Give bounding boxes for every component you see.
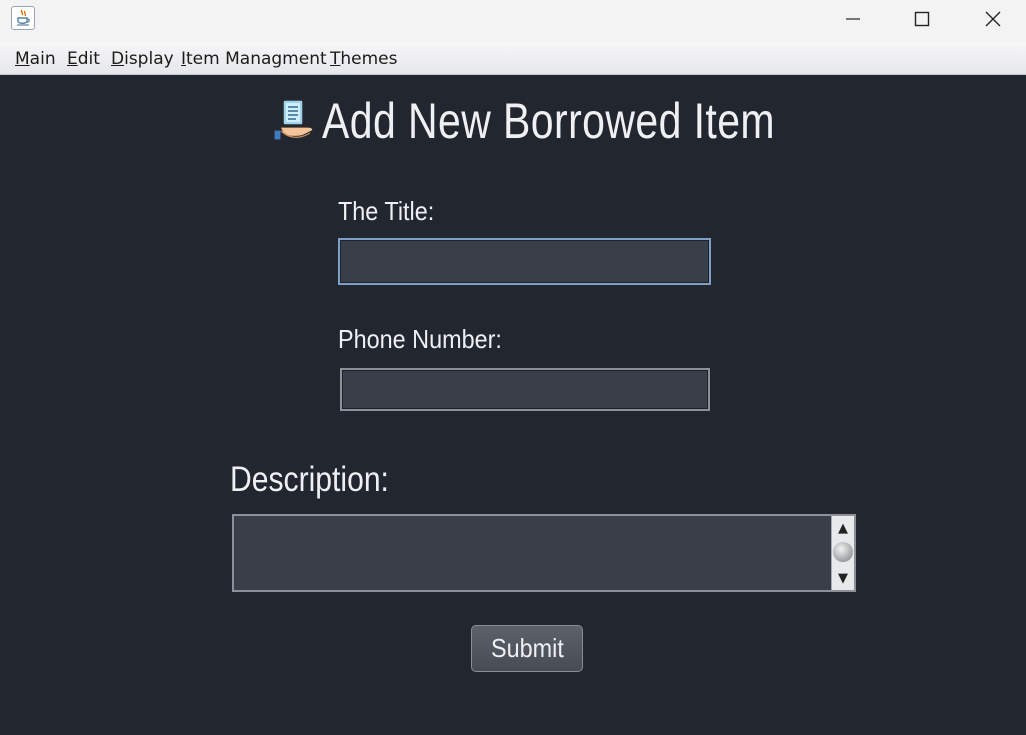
java-cup-icon: [11, 6, 35, 30]
maximize-button[interactable]: [887, 0, 957, 38]
window-titlebar: [0, 0, 1026, 41]
description-textarea[interactable]: [234, 516, 831, 590]
menu-item-management[interactable]: Item Managment: [181, 49, 327, 69]
menu-main-mnemonic: M: [15, 49, 30, 69]
submit-button-label: Submit: [490, 633, 564, 663]
menu-edit-label: dit: [77, 49, 100, 69]
page-title: Add New Borrowed Item: [322, 93, 775, 149]
description-scrollbar[interactable]: ▲ ▼: [831, 516, 854, 590]
description-box: ▲ ▼: [232, 514, 856, 592]
minimize-button[interactable]: [818, 0, 888, 38]
close-icon: [985, 11, 1001, 27]
submit-button[interactable]: Submit: [471, 625, 583, 672]
menu-themes[interactable]: Themes: [330, 49, 398, 69]
menu-main[interactable]: Main: [15, 49, 56, 69]
phone-label: Phone Number:: [338, 324, 502, 354]
maximize-icon: [914, 11, 930, 27]
menu-display[interactable]: Display: [111, 49, 174, 69]
menu-edit[interactable]: Edit: [67, 49, 100, 69]
menu-item-management-label: tem Managment: [186, 49, 327, 69]
form-panel: Add New Borrowed Item The Title: Phone N…: [0, 76, 1026, 735]
description-label: Description:: [230, 460, 389, 499]
phone-input[interactable]: [340, 368, 710, 411]
scroll-up-arrow-icon[interactable]: ▲: [832, 517, 854, 539]
menu-bar: Main Edit Display Item Managment Themes: [0, 41, 1026, 75]
menu-main-label: ain: [29, 49, 56, 69]
title-input[interactable]: [338, 238, 711, 285]
menu-themes-mnemonic: T: [330, 49, 341, 69]
menu-display-mnemonic: D: [111, 49, 125, 69]
page-heading: Add New Borrowed Item: [270, 90, 874, 152]
close-button[interactable]: [958, 0, 1026, 38]
hand-holding-book-icon: [273, 99, 314, 141]
scrollbar-thumb[interactable]: [833, 542, 853, 562]
menu-display-label: isplay: [124, 49, 174, 69]
scroll-down-arrow-icon[interactable]: ▼: [832, 567, 854, 589]
menu-edit-mnemonic: E: [67, 49, 78, 69]
menu-themes-label: hemes: [340, 49, 398, 69]
minimize-icon: [846, 18, 860, 20]
title-label: The Title:: [338, 196, 435, 226]
